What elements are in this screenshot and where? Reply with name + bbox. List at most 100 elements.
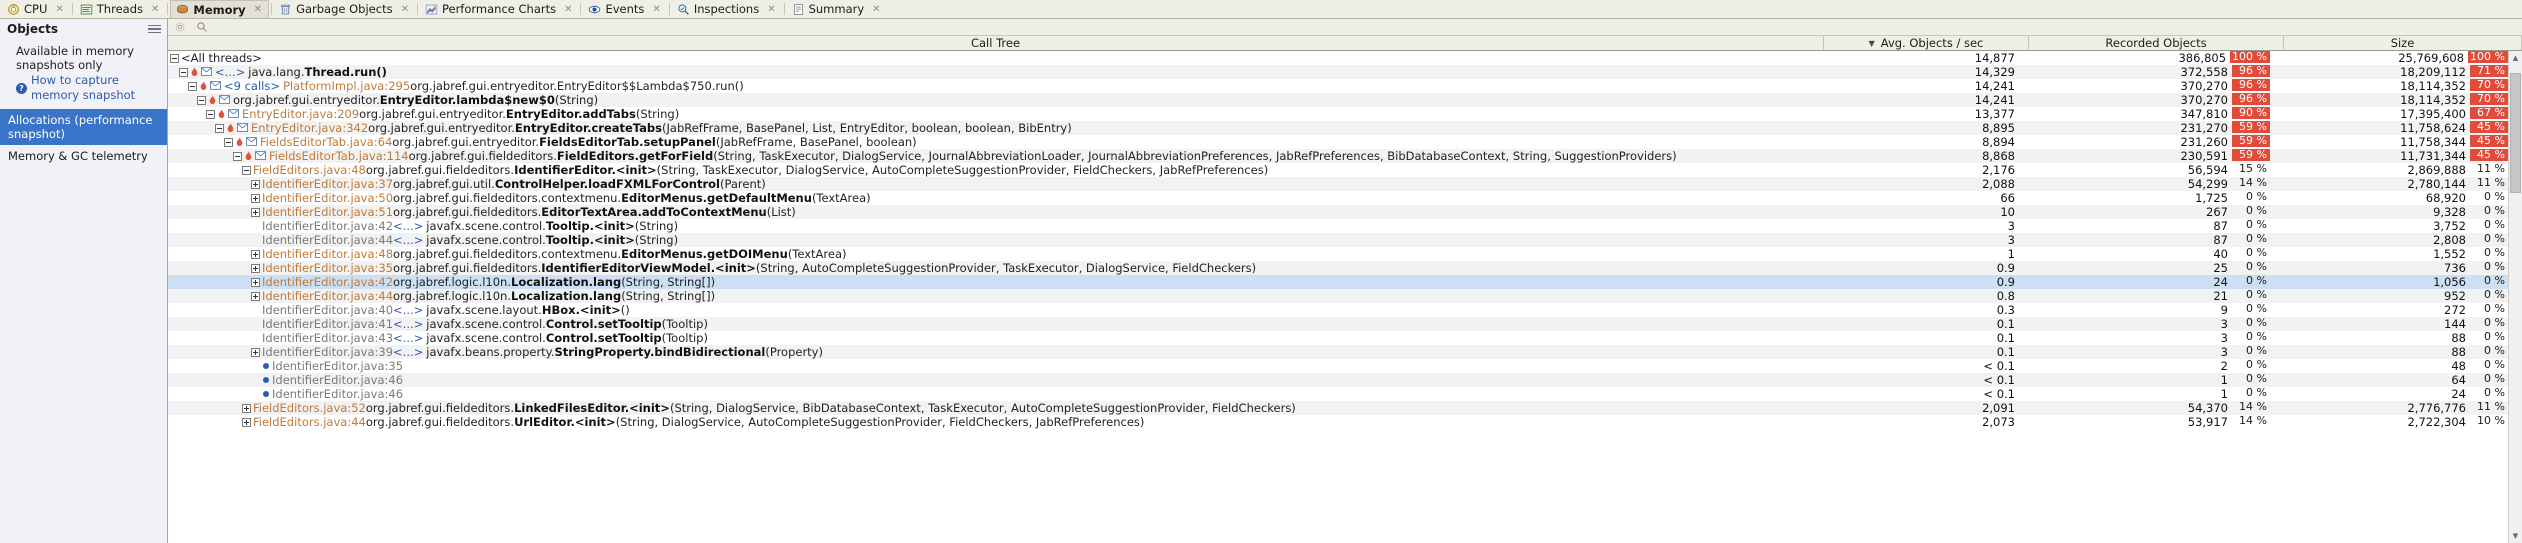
call-tree-node-cell[interactable]: <...> java.lang. Thread.run() — [168, 65, 1810, 79]
tab-threads[interactable]: Threads ✕ — [75, 0, 166, 18]
table-row[interactable]: IdentifierEditor.java:46 < 0.1 1 0 % 64 0 % — [168, 373, 2508, 387]
tab-memory[interactable]: Memory ✕ — [170, 0, 270, 18]
sidebar-item-allocations[interactable]: Allocations (performance snapshot) — [0, 109, 167, 145]
gear-icon[interactable] — [174, 21, 186, 33]
tab-close-icon[interactable]: ✕ — [563, 4, 572, 15]
call-tree-node-cell[interactable]: <9 calls> PlatformImpl.java:295 org.jabr… — [168, 79, 1810, 93]
call-tree-node-cell[interactable]: IdentifierEditor.java:43 <...> javafx.sc… — [168, 331, 1810, 345]
table-row[interactable]: FieldEditors.java:52 org.jabref.gui.fiel… — [168, 401, 2508, 415]
call-tree-node-cell[interactable]: IdentifierEditor.java:50 org.jabref.gui.… — [168, 191, 1810, 205]
scroll-thumb[interactable] — [2510, 73, 2521, 193]
table-row[interactable]: FieldEditors.java:44 org.jabref.gui.fiel… — [168, 415, 2508, 429]
expand-toggle-collapsed-icon[interactable] — [251, 277, 260, 287]
call-tree-node-cell[interactable]: EntryEditor.java:209 org.jabref.gui.entr… — [168, 107, 1810, 121]
column-header-size[interactable]: Size — [2284, 36, 2522, 50]
table-row[interactable]: <9 calls> PlatformImpl.java:295 org.jabr… — [168, 79, 2508, 93]
expand-toggle-collapsed-icon[interactable] — [251, 193, 260, 203]
expand-toggle-collapsed-icon[interactable] — [251, 249, 260, 259]
tab-close-icon[interactable]: ✕ — [651, 4, 660, 15]
call-tree-node-cell[interactable]: FieldEditors.java:48 org.jabref.gui.fiel… — [168, 163, 1810, 177]
expand-toggle-collapsed-icon[interactable] — [251, 263, 260, 273]
call-tree-node-cell[interactable]: IdentifierEditor.java:41 <...> javafx.sc… — [168, 317, 1810, 331]
call-tree-node-cell[interactable]: FieldsEditorTab.java:64 org.jabref.gui.e… — [168, 135, 1810, 149]
call-tree-node-cell[interactable]: IdentifierEditor.java:42 <...> javafx.sc… — [168, 219, 1810, 233]
call-tree-node-cell[interactable]: IdentifierEditor.java:35 org.jabref.gui.… — [168, 261, 1810, 275]
tab-close-icon[interactable]: ✕ — [150, 4, 159, 15]
expand-toggle-collapsed-icon[interactable] — [251, 291, 260, 301]
table-row[interactable]: IdentifierEditor.java:42 <...> javafx.sc… — [168, 219, 2508, 233]
call-tree-node-cell[interactable]: IdentifierEditor.java:44 org.jabref.logi… — [168, 289, 1810, 303]
call-tree-node-cell[interactable]: IdentifierEditor.java:39 <...> javafx.be… — [168, 345, 1810, 359]
call-tree-node-cell[interactable]: IdentifierEditor.java:46 — [168, 387, 1810, 401]
call-tree-node-cell[interactable]: IdentifierEditor.java:44 <...> javafx.sc… — [168, 233, 1810, 247]
call-tree-node-cell[interactable]: IdentifierEditor.java:48 org.jabref.gui.… — [168, 247, 1810, 261]
tab-close-icon[interactable]: ✕ — [766, 4, 775, 15]
table-row[interactable]: IdentifierEditor.java:35 < 0.1 2 0 % 48 0 % — [168, 359, 2508, 373]
call-tree-node-cell[interactable]: FieldEditors.java:52 org.jabref.gui.fiel… — [168, 401, 1810, 415]
call-tree-node-cell[interactable]: IdentifierEditor.java:35 — [168, 359, 1810, 373]
expand-toggle-expanded-icon[interactable] — [215, 123, 224, 133]
sidebar-item-memory-gc-telemetry[interactable]: Memory & GC telemetry — [0, 145, 167, 167]
scroll-up-arrow[interactable]: ▲ — [2509, 51, 2522, 65]
scroll-down-arrow[interactable]: ▼ — [2509, 529, 2522, 543]
column-header-call-tree[interactable]: Call Tree — [168, 36, 1824, 50]
call-tree-node-cell[interactable]: IdentifierEditor.java:40 <...> javafx.sc… — [168, 303, 1810, 317]
table-row[interactable]: FieldsEditorTab.java:64 org.jabref.gui.e… — [168, 135, 2508, 149]
tab-garbage-objects[interactable]: Garbage Objects ✕ — [274, 0, 415, 18]
expand-toggle-expanded-icon[interactable] — [179, 67, 188, 77]
tab-performance-charts[interactable]: Performance Charts ✕ — [420, 0, 579, 18]
expand-toggle-collapsed-icon[interactable] — [251, 207, 260, 217]
expand-toggle-collapsed-icon[interactable] — [242, 403, 251, 413]
call-tree-node-cell[interactable]: IdentifierEditor.java:46 — [168, 373, 1810, 387]
tab-close-icon[interactable]: ✕ — [253, 4, 262, 15]
call-tree-node-cell[interactable]: org.jabref.gui.entryeditor. EntryEditor.l… — [168, 93, 1810, 107]
tab-cpu[interactable]: CPU ✕ — [2, 0, 70, 18]
table-row[interactable]: IdentifierEditor.java:51 org.jabref.gui.… — [168, 205, 2508, 219]
column-header-avg-objects[interactable]: ▼ Avg. Objects / sec — [1824, 36, 2029, 50]
tab-close-icon[interactable]: ✕ — [400, 4, 409, 15]
sidebar-help-link[interactable]: ? How to capture memory snapshot — [0, 73, 167, 109]
table-row[interactable]: org.jabref.gui.entryeditor. EntryEditor.l… — [168, 93, 2508, 107]
expand-toggle-expanded-icon[interactable] — [242, 165, 251, 175]
table-row[interactable]: EntryEditor.java:209 org.jabref.gui.entr… — [168, 107, 2508, 121]
tab-events[interactable]: Events ✕ — [583, 0, 666, 18]
table-row[interactable]: IdentifierEditor.java:39 <...> javafx.be… — [168, 345, 2508, 359]
column-header-recorded-objects[interactable]: Recorded Objects — [2029, 36, 2284, 50]
expand-toggle-collapsed-icon[interactable] — [242, 417, 251, 427]
expand-toggle-collapsed-icon[interactable] — [251, 347, 260, 357]
table-row[interactable]: IdentifierEditor.java:43 <...> javafx.sc… — [168, 331, 2508, 345]
tab-close-icon[interactable]: ✕ — [54, 4, 63, 15]
table-row[interactable]: IdentifierEditor.java:44 org.jabref.logi… — [168, 289, 2508, 303]
tab-close-icon[interactable]: ✕ — [871, 4, 880, 15]
table-row[interactable]: FieldsEditorTab.java:114 org.jabref.gui.… — [168, 149, 2508, 163]
table-row[interactable]: IdentifierEditor.java:37 org.jabref.gui.… — [168, 177, 2508, 191]
tab-summary[interactable]: Summary ✕ — [787, 0, 887, 18]
search-icon[interactable] — [196, 21, 208, 33]
expand-toggle-expanded-icon[interactable] — [197, 95, 206, 105]
call-tree-node-cell[interactable]: <All threads> — [168, 51, 1810, 65]
call-tree-node-cell[interactable]: EntryEditor.java:342 org.jabref.gui.entr… — [168, 121, 1810, 135]
call-tree-node-cell[interactable]: IdentifierEditor.java:37 org.jabref.gui.… — [168, 177, 1810, 191]
table-row[interactable]: IdentifierEditor.java:41 <...> javafx.sc… — [168, 317, 2508, 331]
table-row[interactable]: IdentifierEditor.java:50 org.jabref.gui.… — [168, 191, 2508, 205]
table-row[interactable]: IdentifierEditor.java:42 org.jabref.logi… — [168, 275, 2508, 289]
table-row[interactable]: IdentifierEditor.java:40 <...> javafx.sc… — [168, 303, 2508, 317]
expand-toggle-expanded-icon[interactable] — [224, 137, 233, 147]
vertical-scrollbar[interactable]: ▲ ▼ — [2508, 51, 2522, 543]
hamburger-icon[interactable] — [147, 23, 162, 36]
table-row[interactable]: <...> java.lang. Thread.run() 14,329 372,55… — [168, 65, 2508, 79]
table-row[interactable]: IdentifierEditor.java:35 org.jabref.gui.… — [168, 261, 2508, 275]
expand-toggle-expanded-icon[interactable] — [206, 109, 215, 119]
table-row[interactable]: IdentifierEditor.java:48 org.jabref.gui.… — [168, 247, 2508, 261]
expand-toggle-expanded-icon[interactable] — [188, 81, 197, 91]
table-row[interactable]: FieldEditors.java:48 org.jabref.gui.fiel… — [168, 163, 2508, 177]
table-row[interactable]: IdentifierEditor.java:46 < 0.1 1 0 % 24 0 % — [168, 387, 2508, 401]
call-tree-node-cell[interactable]: IdentifierEditor.java:42 org.jabref.logi… — [168, 275, 1810, 289]
call-tree-node-cell[interactable]: IdentifierEditor.java:51 org.jabref.gui.… — [168, 205, 1810, 219]
expand-toggle-collapsed-icon[interactable] — [251, 179, 260, 189]
call-tree-node-cell[interactable]: FieldEditors.java:44 org.jabref.gui.fiel… — [168, 415, 1810, 429]
expand-toggle-expanded-icon[interactable] — [233, 151, 242, 161]
expand-toggle-expanded-icon[interactable] — [170, 53, 179, 63]
tab-inspections[interactable]: Inspections ✕ — [672, 0, 782, 18]
call-tree-node-cell[interactable]: FieldsEditorTab.java:114 org.jabref.gui.… — [168, 149, 1810, 163]
